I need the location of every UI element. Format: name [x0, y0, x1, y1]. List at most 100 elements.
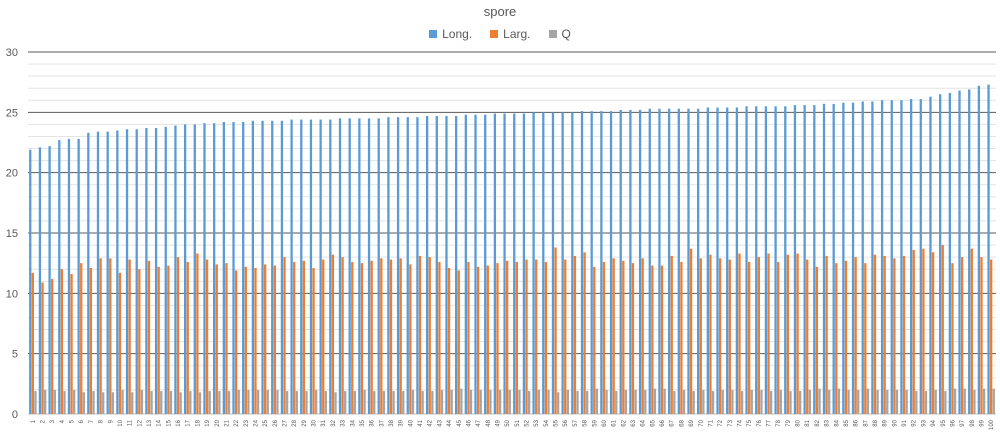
bar-larg: [893, 258, 896, 414]
bar-larg: [631, 263, 635, 414]
x-tick-label: 94: [931, 419, 937, 426]
bar-q: [460, 388, 463, 414]
bar-long: [464, 114, 467, 414]
x-tick-label: 34: [350, 419, 356, 426]
bar-q: [527, 391, 531, 414]
bar-larg: [651, 265, 654, 414]
bar-long: [135, 129, 138, 414]
x-tick-label: 53: [534, 419, 540, 426]
bar-q: [150, 391, 153, 414]
bar-larg: [273, 265, 276, 414]
bar-long: [116, 130, 119, 414]
bar-long: [638, 109, 642, 415]
bar-larg: [525, 259, 528, 414]
x-tick-label: 52: [525, 419, 531, 426]
bar-long: [125, 129, 129, 414]
bar-larg: [457, 270, 460, 414]
bar-larg: [283, 257, 286, 414]
bar-long: [609, 111, 613, 415]
bar-q: [866, 388, 870, 414]
x-tick-label: 16: [176, 419, 182, 426]
x-tick-label: 33: [341, 419, 347, 426]
bar-larg: [341, 257, 344, 414]
bar-larg: [31, 272, 34, 414]
bar-q: [731, 389, 734, 414]
bar-long: [183, 124, 187, 415]
bar-larg: [902, 255, 906, 414]
bar-long: [648, 108, 651, 415]
bar-q: [673, 391, 676, 414]
bar-larg: [389, 259, 393, 414]
bar-long: [445, 115, 448, 414]
bar-long: [348, 118, 351, 414]
bar-long: [900, 100, 903, 415]
bar-long: [948, 93, 951, 414]
bar-long: [251, 120, 255, 414]
x-tick-label: 13: [147, 419, 153, 426]
bar-long: [619, 109, 622, 415]
bar-q: [440, 389, 444, 414]
x-tick-label: 97: [960, 419, 966, 426]
bar-q: [363, 389, 366, 414]
bar-q: [169, 391, 173, 414]
bar-long: [987, 84, 990, 414]
bar-long: [803, 105, 806, 415]
bar-larg: [254, 267, 257, 414]
bar-q: [111, 392, 115, 414]
bar-larg: [486, 265, 489, 414]
bar-larg: [815, 266, 819, 414]
bar-q: [537, 389, 540, 414]
x-tick-label: 91: [902, 419, 908, 426]
x-tick-label: 90: [892, 419, 898, 426]
bar-long: [106, 131, 109, 414]
x-tick-label: 71: [708, 419, 714, 426]
bar-larg: [748, 261, 751, 414]
x-tick-label: 25: [263, 419, 269, 426]
bar-q: [431, 391, 434, 414]
bar-q: [953, 388, 957, 414]
x-tick-label: 73: [728, 419, 734, 426]
bar-larg: [689, 248, 693, 414]
bar-long: [735, 107, 739, 415]
bar-long: [58, 140, 61, 414]
x-tick-label: 12: [137, 419, 143, 426]
chart-plot: 0510152025301 2 3 4 5 6 7 8 9 10 11 12 13 14 15 16 17 18 1…: [6, 47, 996, 430]
x-tick-label: 98: [970, 419, 976, 426]
bar-larg: [118, 272, 122, 414]
bar-larg: [680, 261, 683, 414]
bar-long: [406, 117, 409, 414]
x-tick-label: 86: [854, 419, 860, 426]
bar-larg: [660, 265, 664, 414]
x-tick-label: 96: [950, 419, 956, 426]
bar-q: [402, 391, 405, 414]
x-tick-label: 21: [224, 419, 230, 426]
x-tick-label: 43: [437, 419, 443, 426]
bar-long: [154, 128, 158, 414]
bar-long: [793, 105, 797, 415]
bar-long: [29, 149, 32, 415]
bar-q: [779, 389, 782, 414]
bar-long: [968, 89, 971, 414]
bar-long: [697, 108, 700, 415]
bar-q: [711, 391, 715, 414]
x-tick-label: 14: [157, 419, 163, 426]
bar-larg: [506, 260, 509, 414]
x-tick-label: 65: [650, 419, 656, 426]
bar-long: [571, 112, 574, 414]
bar-long: [842, 102, 845, 415]
bar-long: [87, 132, 90, 414]
x-tick-label: 5: [70, 419, 76, 423]
bar-larg: [767, 253, 770, 414]
bar-q: [518, 389, 521, 414]
bar-long: [387, 117, 390, 414]
bar-q: [450, 389, 453, 414]
bar-q: [566, 389, 569, 414]
x-tick-label: 18: [195, 419, 201, 426]
bar-long: [145, 128, 148, 414]
bar-long: [522, 113, 526, 414]
x-tick-label: 74: [737, 419, 743, 426]
bar-long: [551, 112, 555, 414]
bar-long: [822, 103, 826, 415]
x-tick-label: 44: [447, 419, 453, 426]
bar-larg: [728, 259, 731, 414]
